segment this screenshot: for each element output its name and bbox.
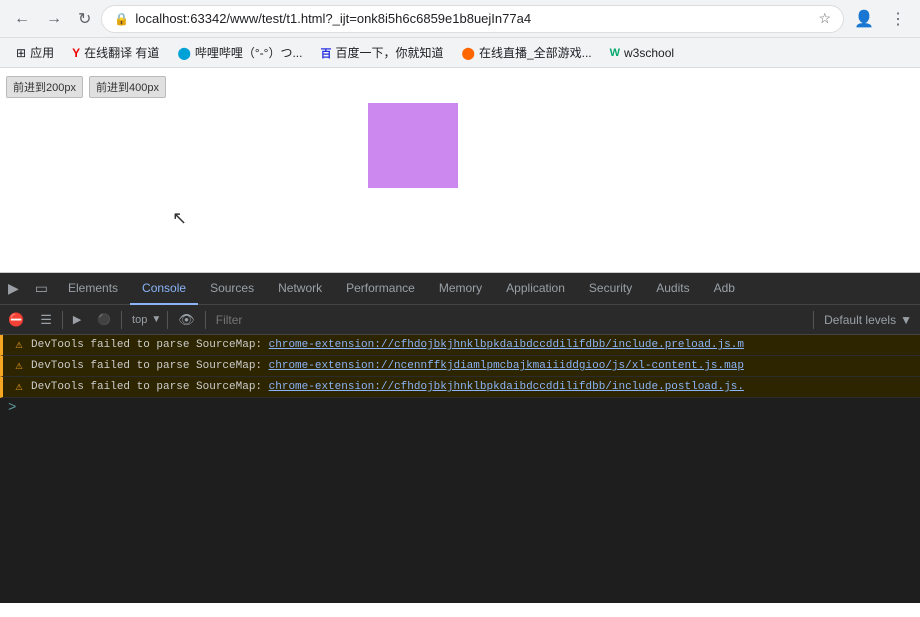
tab-audits-label: Audits [656, 281, 689, 295]
context-dropdown-icon: ▼ [151, 314, 161, 325]
address-bar[interactable]: 🔒 localhost:63342/www/test/t1.html?_ijt=… [101, 5, 844, 33]
context-selector-label: top [128, 314, 151, 326]
tab-elements[interactable]: Elements [56, 273, 130, 305]
bookmark-live-label: 在线直播_全部游戏... [479, 44, 592, 61]
log-message-0: DevTools failed to parse SourceMap: [31, 339, 269, 351]
devtools-panel: ▶ ▭ Elements Console Sources Network Per… [0, 273, 920, 603]
bookmark-w3school[interactable]: W w3school [602, 44, 682, 62]
forward-button[interactable]: → [40, 6, 68, 32]
reload-button[interactable]: ↻ [72, 5, 97, 33]
tab-memory-label: Memory [439, 281, 482, 295]
log-message-1: DevTools failed to parse SourceMap: [31, 360, 269, 372]
tab-elements-label: Elements [68, 281, 118, 295]
nav-bar: ← → ↻ 🔒 localhost:63342/www/test/t1.html… [0, 0, 920, 38]
tab-sources-label: Sources [210, 281, 254, 295]
warning-icon-1: ⚠ [11, 358, 27, 374]
btn-200px[interactable]: 前进到200px [6, 76, 83, 98]
devtools-device-btn[interactable]: ▭ [27, 273, 56, 305]
bookmark-bilibili-label: 哔哩哔哩（°-°）つ... [195, 44, 303, 61]
console-prompt: > [0, 398, 920, 418]
tab-application[interactable]: Application [494, 273, 577, 305]
baidu-icon: 百 [320, 45, 331, 61]
purple-box [368, 103, 458, 188]
filter-toggle-btn[interactable]: ☰ [32, 305, 60, 335]
log-entry-2: ⚠ DevTools failed to parse SourceMap: ch… [0, 377, 920, 398]
log-text-1: DevTools failed to parse SourceMap: chro… [31, 358, 920, 374]
divider [62, 311, 63, 329]
eye-btn[interactable]: 👁 [170, 305, 203, 335]
tab-console-label: Console [142, 281, 186, 295]
user-icon-button[interactable]: 👤 [848, 5, 880, 33]
console-input[interactable] [20, 402, 920, 414]
devtools-select-element-btn[interactable]: ▶ [0, 273, 27, 305]
tab-memory[interactable]: Memory [427, 273, 494, 305]
bookmark-youdao[interactable]: Y 在线翻译 有道 [64, 42, 167, 63]
execute-script-btn[interactable]: ▶ [65, 305, 89, 335]
filter-input-wrapper [208, 313, 811, 327]
lock-icon: 🔒 [114, 12, 129, 26]
bookmark-live[interactable]: ⬤ 在线直播_全部游戏... [454, 42, 600, 63]
page-buttons: 前进到200px 前进到400px [0, 68, 920, 106]
tab-application-label: Application [506, 281, 565, 295]
clear-console-btn[interactable]: ⛔ [0, 305, 32, 335]
tab-network[interactable]: Network [266, 273, 334, 305]
levels-dropdown-icon: ▼ [900, 313, 912, 327]
bookmark-baidu[interactable]: 百 百度一下，你就知道 [312, 42, 451, 63]
tab-sources[interactable]: Sources [198, 273, 266, 305]
devtools-toolbar: ▶ ▭ Elements Console Sources Network Per… [0, 273, 920, 305]
log-entry-0: ⚠ DevTools failed to parse SourceMap: ch… [0, 335, 920, 356]
prompt-arrow-icon: > [8, 400, 16, 416]
filter-input[interactable] [216, 313, 803, 327]
divider2 [121, 311, 122, 329]
tab-performance-label: Performance [346, 281, 415, 295]
bookmark-youdao-label: 在线翻译 有道 [84, 44, 159, 61]
log-link-2[interactable]: chrome-extension://cfhdojbkjhnklbpkdaibd… [269, 381, 744, 393]
mouse-cursor: ↖ [172, 208, 187, 229]
bookmark-apps-label: 应用 [30, 44, 54, 61]
tab-network-label: Network [278, 281, 322, 295]
devtools-filter-bar: ⛔ ☰ ▶ ⚫ top ▼ 👁 Default levels ▼ [0, 305, 920, 335]
stop-btn[interactable]: ⚫ [89, 305, 119, 335]
youdao-icon: Y [72, 46, 80, 60]
bilibili-icon: ⬤ [177, 46, 190, 60]
levels-label: Default levels [824, 313, 896, 327]
back-button[interactable]: ← [8, 6, 36, 32]
bookmarks-bar: ⊞ 应用 Y 在线翻译 有道 ⬤ 哔哩哔哩（°-°）つ... 百 百度一下，你就… [0, 38, 920, 68]
settings-button[interactable]: ⋮ [884, 5, 912, 33]
address-text: localhost:63342/www/test/t1.html?_ijt=on… [135, 11, 531, 26]
page-content: 前进到200px 前进到400px ↖ [0, 68, 920, 273]
log-entry-1: ⚠ DevTools failed to parse SourceMap: ch… [0, 356, 920, 377]
warning-icon-2: ⚠ [11, 379, 27, 395]
bookmark-star-icon: ☆ [819, 10, 832, 27]
log-link-1[interactable]: chrome-extension://ncennffkjdiamlpmcbajk… [269, 360, 744, 372]
tab-security[interactable]: Security [577, 273, 644, 305]
log-levels-dropdown[interactable]: Default levels ▼ [816, 313, 920, 327]
live-icon: ⬤ [462, 46, 475, 60]
tab-performance[interactable]: Performance [334, 273, 427, 305]
console-log-area: ⚠ DevTools failed to parse SourceMap: ch… [0, 335, 920, 603]
bookmark-baidu-label: 百度一下，你就知道 [335, 44, 443, 61]
log-text-2: DevTools failed to parse SourceMap: chro… [31, 379, 920, 395]
cursor-arrow-icon: ↖ [172, 208, 187, 228]
bookmark-apps[interactable]: ⊞ 应用 [8, 42, 62, 63]
log-link-0[interactable]: chrome-extension://cfhdojbkjhnklbpkdaibd… [269, 339, 744, 351]
tab-adb-label: Adb [714, 281, 735, 295]
log-text-0: DevTools failed to parse SourceMap: chro… [31, 337, 920, 353]
tab-adb[interactable]: Adb [702, 273, 747, 305]
divider4 [205, 311, 206, 329]
log-message-2: DevTools failed to parse SourceMap: [31, 381, 269, 393]
tab-console[interactable]: Console [130, 273, 198, 305]
divider3 [167, 311, 168, 329]
bookmark-w3school-label: w3school [624, 46, 674, 60]
apps-icon: ⊞ [16, 46, 26, 60]
warning-icon-0: ⚠ [11, 337, 27, 353]
divider5 [813, 311, 814, 329]
btn-400px[interactable]: 前进到400px [89, 76, 166, 98]
bookmark-bilibili[interactable]: ⬤ 哔哩哔哩（°-°）つ... [169, 42, 310, 63]
w3school-icon: W [610, 47, 620, 59]
tab-security-label: Security [589, 281, 632, 295]
tab-audits[interactable]: Audits [644, 273, 701, 305]
